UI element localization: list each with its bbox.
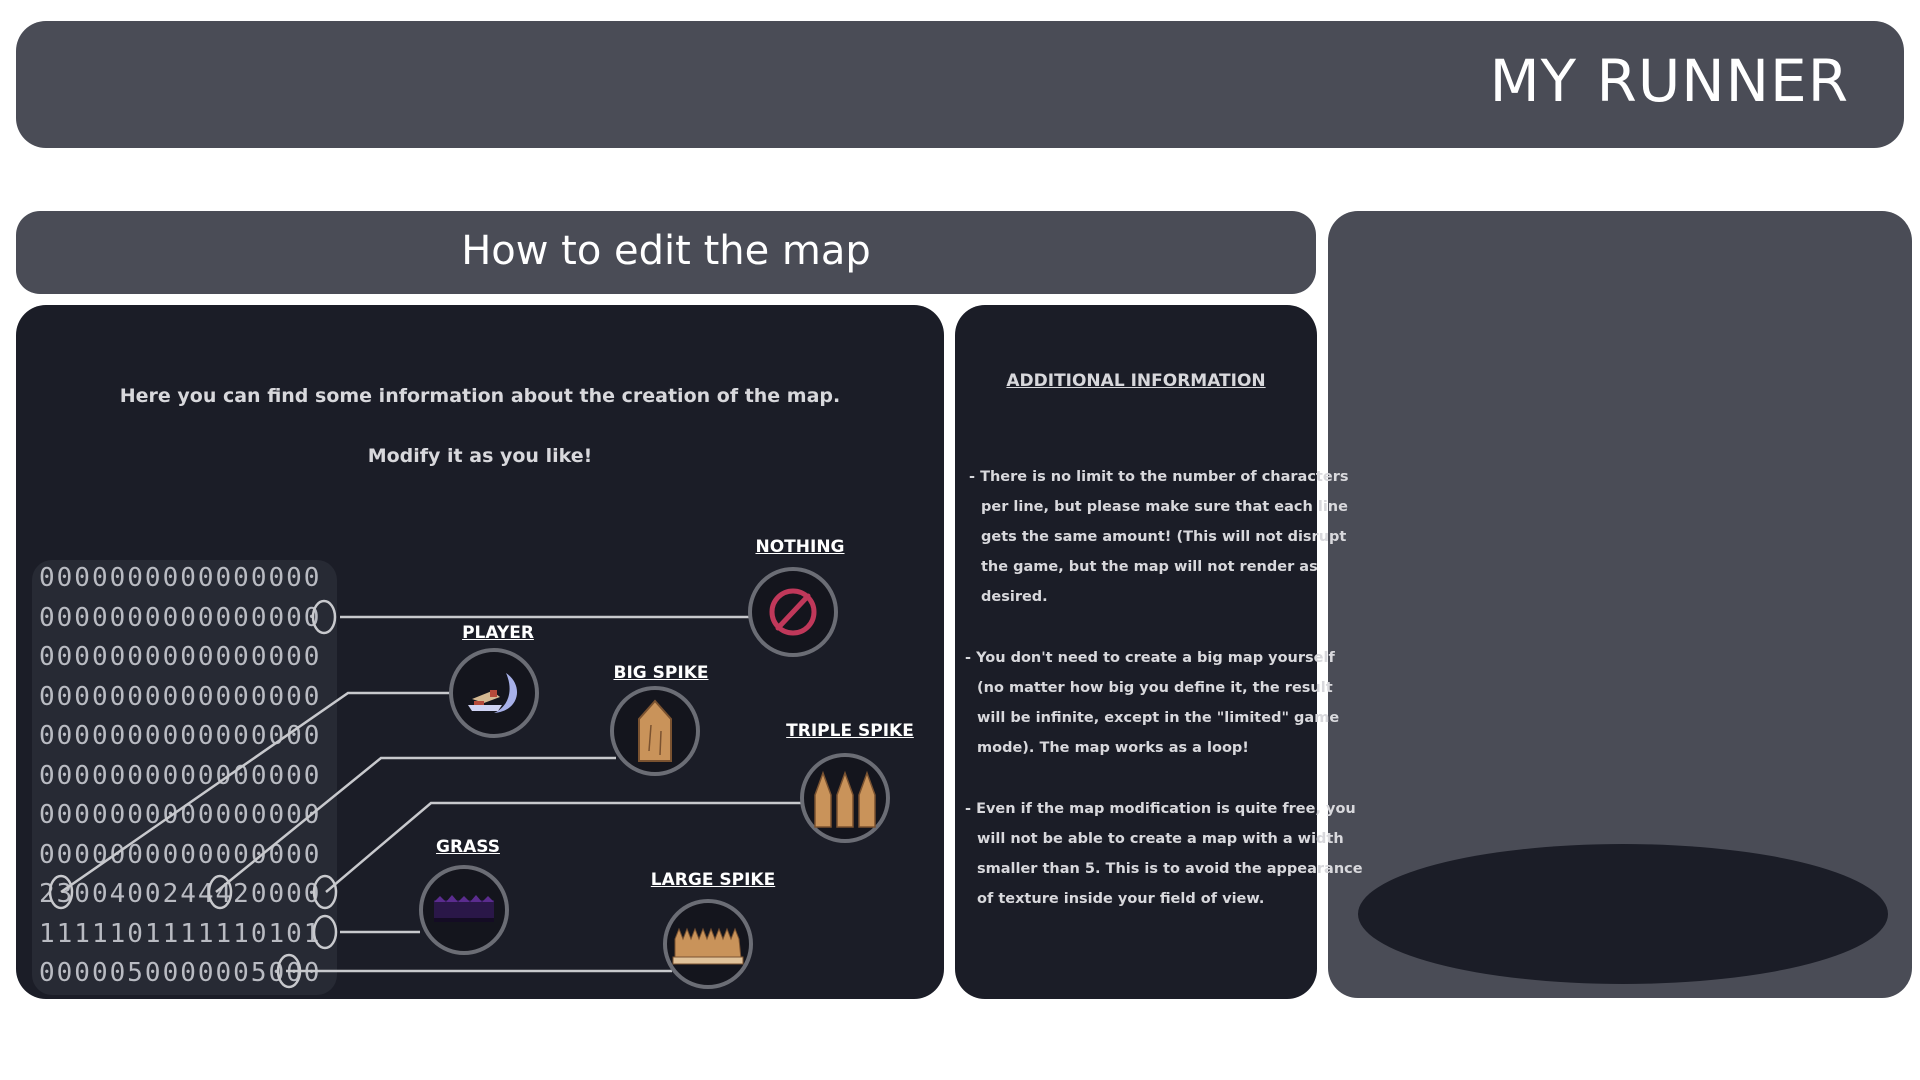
large-spike-icon	[672, 927, 744, 965]
info-note-width: - Even if the map modification is quite …	[965, 794, 1363, 914]
label-grass: GRASS	[436, 837, 500, 857]
info-note-limit: - There is no limit to the number of cha…	[969, 462, 1348, 612]
big-spike-icon	[638, 699, 672, 762]
note-line: smaller than 5. This is to avoid the app…	[977, 861, 1363, 877]
note-line: - You don't need to create a big map you…	[965, 650, 1335, 666]
label-nothing: NOTHING	[755, 537, 845, 557]
info-note-loop: - You don't need to create a big map you…	[965, 643, 1339, 763]
note-line: of texture inside your field of view.	[977, 891, 1265, 907]
connector-player	[60, 691, 456, 894]
app-header: MY RUNNER	[16, 21, 1904, 148]
section-header: How to edit the map	[16, 211, 1316, 294]
nothing-item	[748, 567, 838, 657]
triple-spike-item	[800, 753, 890, 843]
note-line: will not be able to create a map with a …	[977, 831, 1344, 847]
note-line: - Even if the map modification is quite …	[965, 801, 1356, 817]
highlight-ring	[312, 914, 338, 950]
note-line: - There is no limit to the number of cha…	[969, 469, 1349, 485]
note-line: desired.	[981, 589, 1048, 605]
shadow-ellipse	[1358, 844, 1888, 984]
app-title: MY RUNNER	[1489, 47, 1849, 115]
connector-big-spike	[215, 756, 616, 893]
additional-info-card: ADDITIONAL INFORMATION - There is no lim…	[955, 305, 1363, 999]
big-spike-item	[610, 686, 700, 776]
triple-spike-icon	[814, 770, 876, 828]
section-title: How to edit the map	[461, 228, 871, 274]
highlight-ring	[207, 874, 233, 910]
label-big-spike: BIG SPIKE	[613, 663, 709, 683]
note-line: gets the same amount! (This will not dis…	[981, 529, 1347, 545]
note-line: the game, but the map will not render as	[981, 559, 1318, 575]
note-line: will be infinite, except in the "limited…	[977, 710, 1340, 726]
side-panel	[1328, 211, 1912, 998]
map-guide-card: Here you can find some information about…	[16, 305, 944, 999]
additional-info-title: ADDITIONAL INFORMATION	[1006, 371, 1266, 391]
highlight-ring	[311, 599, 337, 635]
grass-icon	[434, 895, 494, 922]
label-triple-spike: TRIPLE SPIKE	[786, 721, 914, 741]
runner-sprite-icon	[468, 673, 518, 713]
large-spike-item	[663, 899, 753, 989]
note-line: per line, but please make sure that each…	[981, 499, 1348, 515]
label-player: PLAYER	[462, 623, 534, 643]
label-large-spike: LARGE SPIKE	[650, 870, 776, 890]
note-line: (no matter how big you define it, the re…	[977, 680, 1333, 696]
forbidden-icon	[769, 588, 817, 636]
grass-item	[419, 865, 509, 955]
note-line: mode). The map works as a loop!	[977, 740, 1249, 756]
highlight-ring	[312, 874, 338, 910]
player-item	[449, 648, 539, 738]
